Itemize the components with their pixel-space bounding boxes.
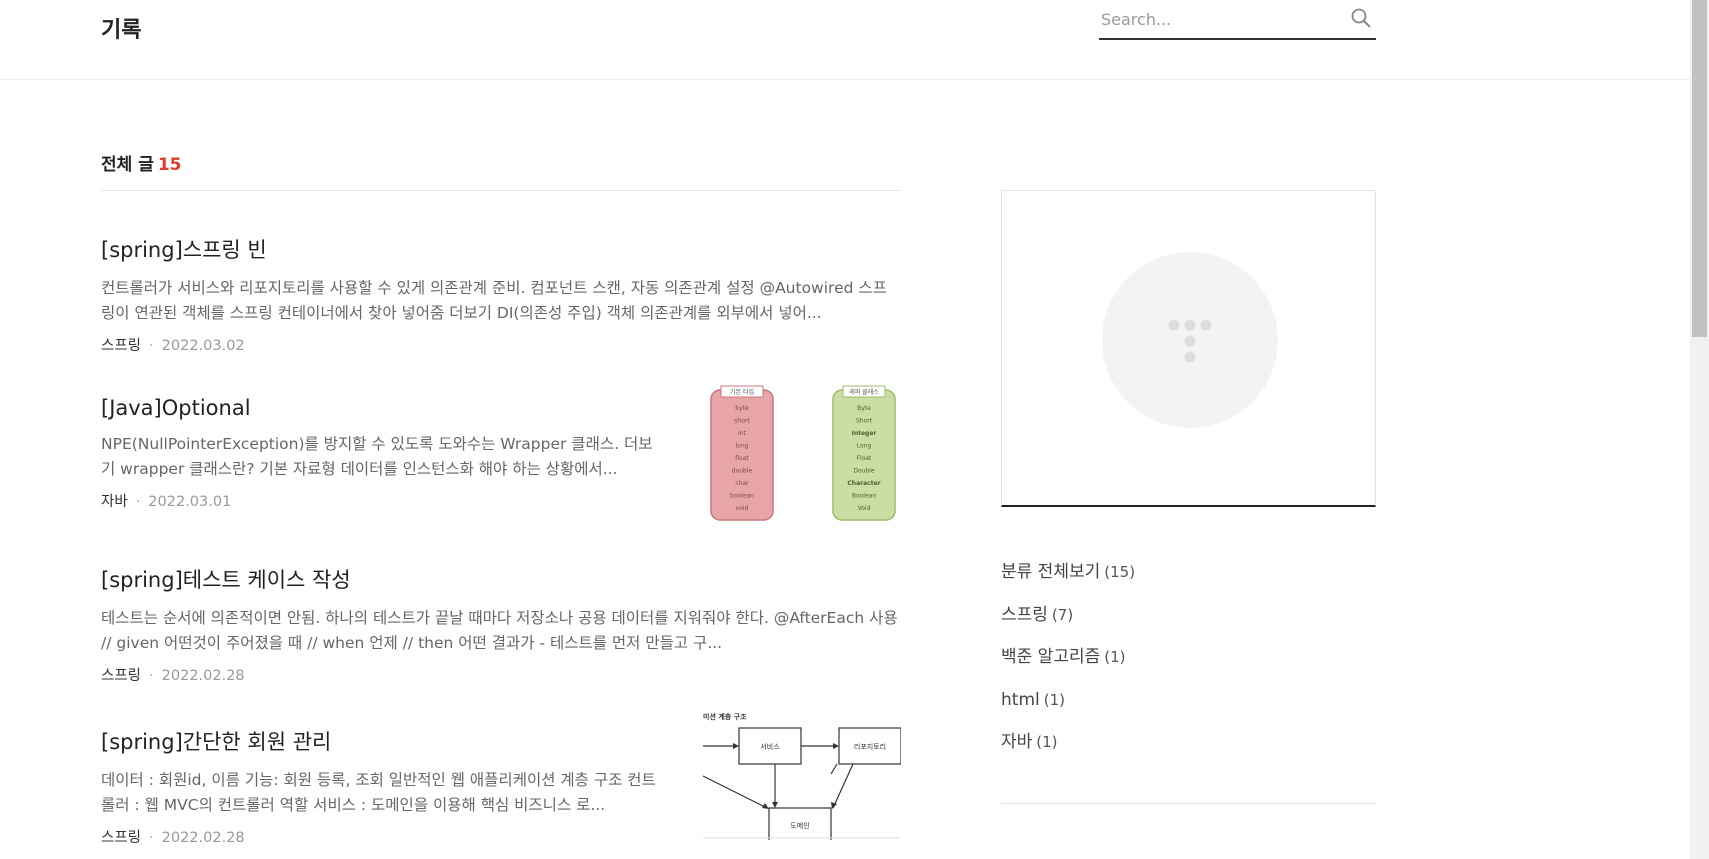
post-date: 2022.02.28 [161,668,245,684]
category-count: (1) [1104,648,1126,666]
category-count: (1) [1043,690,1065,709]
post-item[interactable]: [Java]Optional NPE(NullPointerException)… [101,385,901,521]
thumb-right-title: 래퍼 클래스 [849,388,879,396]
thumb-list-item: Long [857,443,872,450]
profile-box [1001,190,1376,507]
post-thumbnail[interactable]: 미션 계층 구조 서비스 리포지토리 도메인 [703,710,901,840]
post-category[interactable]: 자바 [101,494,128,510]
category-item-html[interactable]: html (1) [1001,690,1376,733]
post-date: 2022.03.02 [161,338,245,354]
post-summary[interactable]: NPE(NullPointerException)를 방지할 수 있도록 도와수… [101,432,661,482]
scrollbar[interactable] [1690,0,1709,859]
meta-separator: · [149,668,154,684]
thumb-list-item: Short [856,418,873,425]
diagram-title: 미션 계층 구조 [703,712,747,721]
tistory-logo-icon [1168,319,1212,363]
diagram-service: 서비스 [760,742,780,751]
category-item-baekjoon[interactable]: 백준 알고리즘 (1) [1001,647,1376,690]
scrollbar-thumb[interactable] [1692,0,1707,337]
category-label[interactable]: 백준 알고리즘 [1001,647,1100,667]
post-category[interactable]: 스프링 [101,830,141,846]
post-category[interactable]: 스프링 [101,668,141,684]
category-count: (1) [1036,733,1058,751]
sidebar-divider [1001,802,1376,804]
post-date: 2022.02.28 [161,830,245,846]
post-list: 전체 글 15 [spring]스프링 빈 컨트롤러가 서비스와 리포지토리를 사… [101,140,901,846]
search-box [1099,0,1376,40]
thumb-list-item: int [738,430,746,437]
post-category[interactable]: 스프링 [101,338,141,354]
category-label[interactable]: 분류 전체보기 [1001,562,1100,582]
category-label[interactable]: html [1001,690,1040,710]
thumb-list-item: Double [853,468,875,475]
thumb-list-item: Boolean [852,493,876,500]
thumb-list-item: Integer [852,430,877,437]
post-meta: 스프링 · 2022.02.28 [101,664,901,685]
thumb-list-item: long [736,443,749,450]
category-item-all[interactable]: 분류 전체보기 (15) [1001,562,1376,605]
thumb-list-item: char [735,480,749,487]
search-icon[interactable] [1350,7,1372,29]
blog-header: 기록 [0,0,1690,80]
thumb-left-title: 기본 타입 [730,388,754,396]
post-title[interactable]: [spring]스프링 빈 [101,234,901,264]
diagram-domain: 도메인 [790,821,809,830]
thumb-list-item: double [732,468,753,475]
thumb-list-item: Float [857,455,872,462]
list-heading-label: 전체 글 [101,155,154,175]
category-item-java[interactable]: 자바 (1) [1001,732,1376,775]
post-summary[interactable]: 컨트롤러가 서비스와 리포지토리를 사용할 수 있게 의존관계 준비. 컴포넌트… [101,276,901,326]
thumb-list-item: boolean [730,493,754,500]
thumb-list-item: Byte [857,405,871,412]
post-thumbnail[interactable]: 기본 타입 래퍼 클래스 byte short int long float double… [703,384,901,524]
list-heading: 전체 글 15 [101,140,901,191]
search-input[interactable] [1099,0,1339,38]
thumb-list-item: float [735,455,749,462]
category-label[interactable]: 자바 [1001,732,1032,752]
post-title[interactable]: [spring]간단한 회원 관리 [101,726,661,756]
category-item-spring[interactable]: 스프링 (7) [1001,605,1376,648]
thumb-list-item: short [734,418,750,425]
meta-separator: · [149,830,154,846]
thumb-list-item: byte [735,405,749,412]
post-title[interactable]: [spring]테스트 케이스 작성 [101,564,901,594]
post-summary[interactable]: 테스트는 순서에 의존적이면 안됨. 하나의 테스트가 끝날 때마다 저장소나 … [101,606,901,656]
meta-separator: · [149,338,154,354]
meta-separator: · [135,494,141,510]
post-title[interactable]: [Java]Optional [101,396,661,420]
thumb-list-item: Void [858,505,871,512]
post-item[interactable]: [spring]간단한 회원 관리 데이터 : 회원id, 이름 기능: 회원 … [101,712,901,847]
post-item[interactable]: [spring]테스트 케이스 작성 테스트는 순서에 의존적이면 안됨. 하나… [101,564,901,685]
blog-title[interactable]: 기록 [101,12,141,44]
profile-image-placeholder[interactable] [1102,252,1278,428]
thumb-list-item: Character [847,480,880,487]
thumb-list-item: void [736,505,749,512]
category-list: 분류 전체보기 (15) 스프링 (7) 백준 알고리즘 (1) html (1) 자바… [1001,562,1376,775]
post-summary[interactable]: 데이터 : 회원id, 이름 기능: 회원 등록, 조회 일반적인 웹 애플리케… [101,768,661,818]
post-count: 15 [157,155,182,175]
category-count: (15) [1104,563,1136,581]
category-count: (7) [1051,605,1074,624]
post-meta: 스프링 · 2022.03.02 [101,334,901,355]
sidebar: 분류 전체보기 (15) 스프링 (7) 백준 알고리즘 (1) html (1) 자바… [1001,190,1376,804]
category-label[interactable]: 스프링 [1001,605,1048,625]
diagram-repository: 리포지토리 [854,742,886,751]
post-item[interactable]: [spring]스프링 빈 컨트롤러가 서비스와 리포지토리를 사용할 수 있게… [101,234,901,355]
post-date: 2022.03.01 [148,494,232,510]
